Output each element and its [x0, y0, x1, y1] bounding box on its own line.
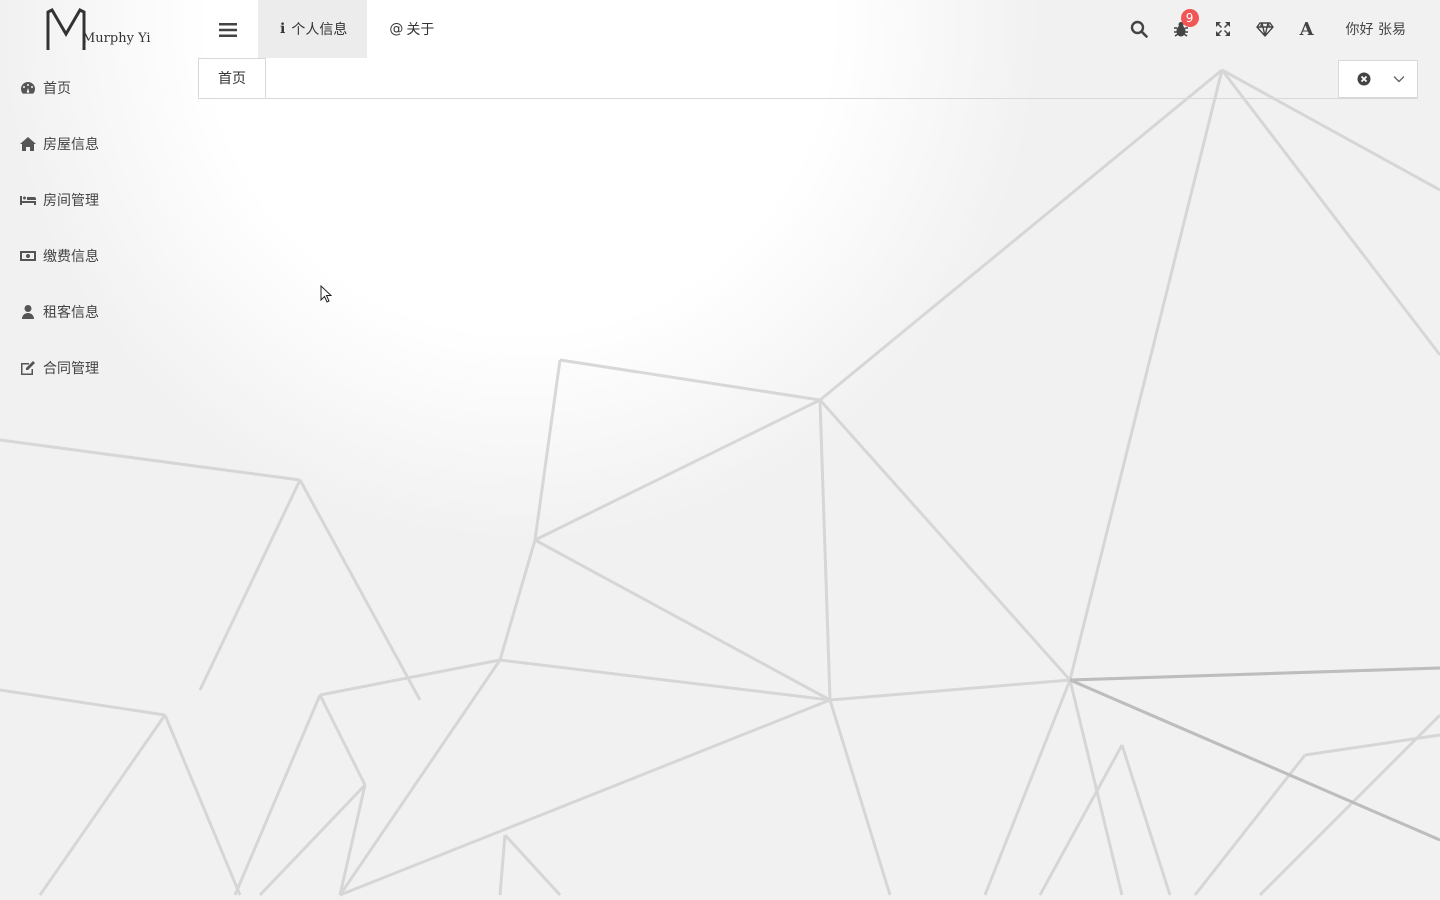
tabs-actions-dropdown[interactable]: [1338, 60, 1418, 98]
search-icon: [1130, 20, 1148, 38]
hamburger-icon: [219, 23, 237, 37]
close-circle-icon: [1357, 72, 1371, 86]
user-icon: [19, 303, 37, 321]
tab-home[interactable]: 首页: [198, 58, 266, 98]
sidebar-item-tenant-info[interactable]: 租客信息: [0, 284, 198, 340]
toolbar-right: 9 A 你好 张易: [1118, 0, 1440, 58]
sidebar-item-label: 缴费信息: [43, 249, 99, 265]
background-pattern: [0, 0, 1440, 900]
nav-personal-info[interactable]: ℹ 个人信息: [258, 0, 368, 58]
bug-report-button[interactable]: 9: [1160, 0, 1202, 58]
nav-label: 关于: [406, 22, 435, 38]
user-greeting[interactable]: 你好 张易: [1328, 0, 1440, 58]
sidebar-item-payment-info[interactable]: 缴费信息: [0, 228, 198, 284]
sidebar-menu: 首页 房屋信息 房间管理 缴费信息 租客信息 合同管理: [0, 60, 198, 396]
expand-icon: [1215, 22, 1230, 36]
theme-button[interactable]: [1244, 0, 1286, 58]
font-icon: A: [1299, 18, 1314, 40]
sidebar: Murphy Yi 首页 房屋信息 房间管理 缴费信息 租客信息 合同管理: [0, 0, 198, 900]
tabs-bar: 首页: [198, 58, 1418, 99]
font-size-button[interactable]: A: [1286, 0, 1328, 58]
edit-icon: [19, 359, 37, 377]
logo[interactable]: Murphy Yi: [44, 6, 154, 54]
sidebar-item-label: 首页: [43, 81, 71, 97]
diamond-icon: [1255, 22, 1274, 37]
sidebar-item-home[interactable]: 首页: [0, 60, 198, 116]
fullscreen-button[interactable]: [1202, 0, 1244, 58]
info-icon: ℹ: [280, 21, 286, 37]
sidebar-item-room-management[interactable]: 房间管理: [0, 172, 198, 228]
search-button[interactable]: [1118, 0, 1160, 58]
svg-text:Murphy Yi: Murphy Yi: [82, 31, 151, 46]
sidebar-item-label: 合同管理: [43, 361, 99, 377]
bed-icon: [19, 191, 37, 209]
sidebar-item-house-info[interactable]: 房屋信息: [0, 116, 198, 172]
nav-about[interactable]: @ 关于: [367, 0, 454, 58]
sidebar-item-contract-management[interactable]: 合同管理: [0, 340, 198, 396]
money-icon: [19, 247, 37, 265]
chevron-down-icon: [1393, 75, 1405, 83]
sidebar-item-label: 房屋信息: [43, 137, 99, 153]
home-icon: [19, 135, 37, 153]
menu-toggle-button[interactable]: [212, 18, 244, 42]
top-nav: ℹ 个人信息 @ 关于: [258, 0, 454, 58]
topbar: ℹ 个人信息 @ 关于 9 A 你好 张易: [198, 0, 1440, 58]
sidebar-item-label: 租客信息: [43, 305, 99, 321]
at-icon: @: [389, 21, 404, 37]
dashboard-icon: [19, 79, 37, 97]
notification-badge: 9: [1180, 9, 1199, 27]
sidebar-item-label: 房间管理: [43, 193, 99, 209]
tabs-divider: [198, 98, 1418, 99]
mouse-cursor-icon: [320, 285, 332, 303]
nav-label: 个人信息: [291, 22, 348, 38]
